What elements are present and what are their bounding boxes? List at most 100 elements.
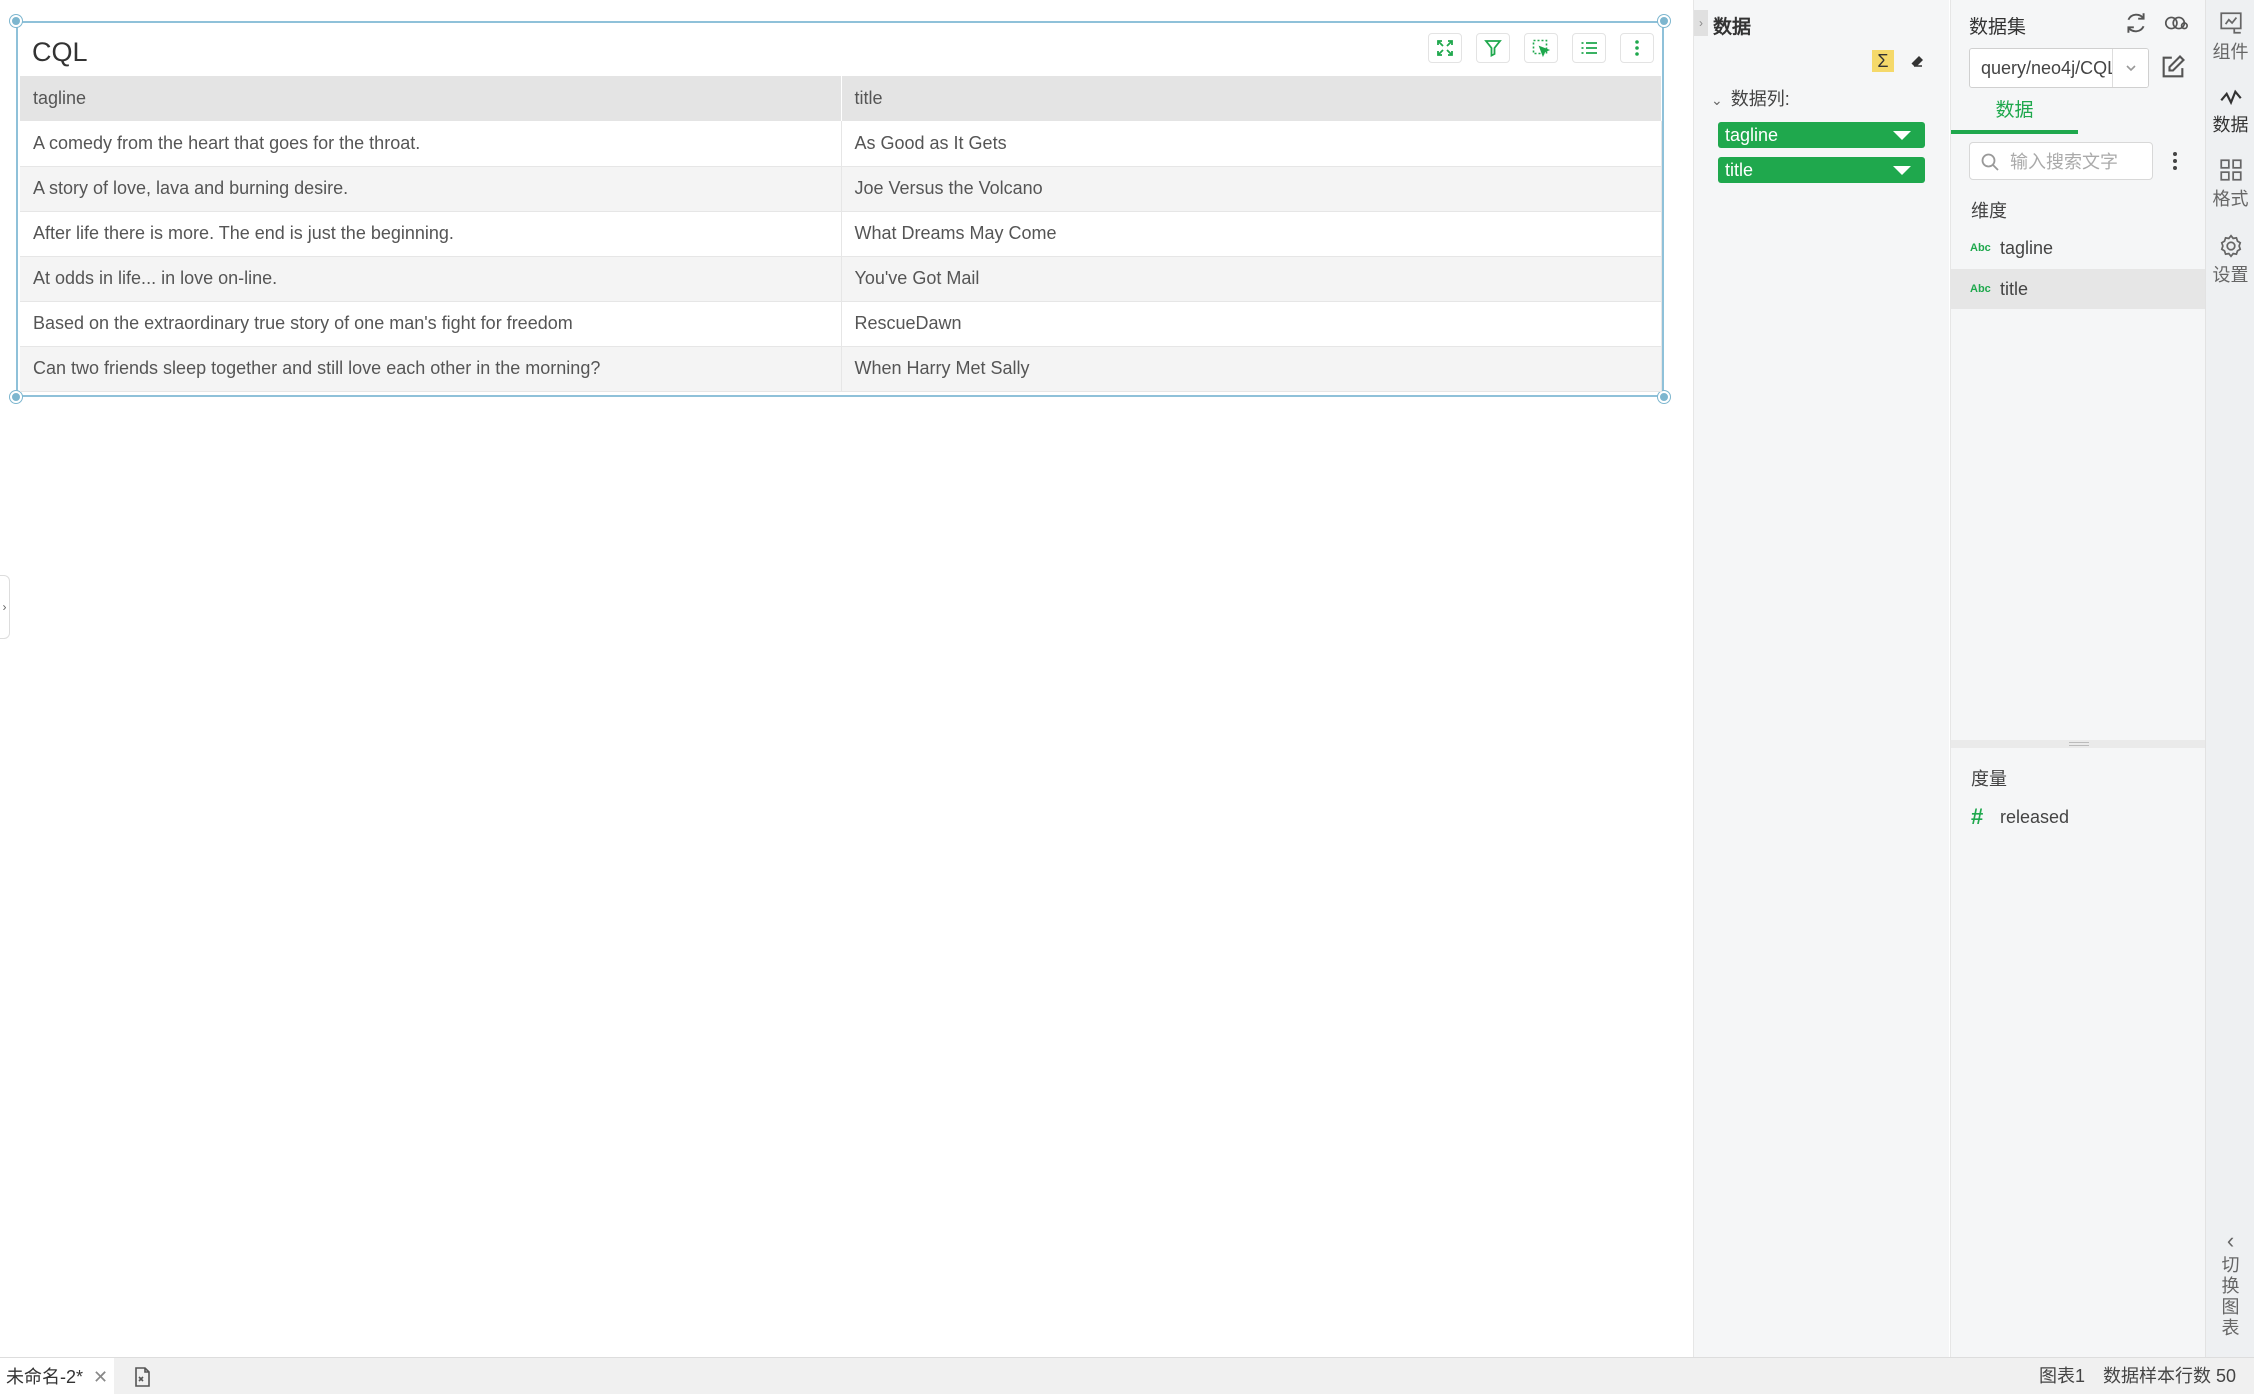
table-cell: Joe Versus the Volcano xyxy=(841,166,1662,212)
list-icon[interactable] xyxy=(1572,33,1606,63)
column-pill-title[interactable]: title xyxy=(1718,157,1925,183)
tab-data[interactable]: 数据 xyxy=(1951,96,2078,134)
document-tab[interactable]: 未命名-2* ✕ xyxy=(0,1358,115,1394)
collapse-panel-button[interactable]: › xyxy=(1694,10,1708,36)
close-icon[interactable]: ✕ xyxy=(93,1359,108,1394)
table-row: After life there is more. The end is jus… xyxy=(20,211,1662,257)
table-cell: When Harry Met Sally xyxy=(841,346,1662,392)
link-dataset-icon[interactable] xyxy=(2163,10,2189,36)
switch-chart-char: 图 xyxy=(2221,1297,2240,1317)
table-cell: What Dreams May Come xyxy=(841,211,1662,257)
dashboard-canvas[interactable]: CQL tagline title A comedy from the hear… xyxy=(0,0,1693,1357)
tab-label: 组件 xyxy=(2212,42,2249,62)
dataset-panel: 数据集 query/neo4j/CQL 数据 维度 Abc tag xyxy=(1950,0,2206,1357)
resize-handle-bottom-left[interactable] xyxy=(10,391,22,403)
resize-handle-top-right[interactable] xyxy=(1658,15,1670,27)
tab-label: 格式 xyxy=(2212,189,2249,209)
dataset-select-value: query/neo4j/CQL xyxy=(1981,58,2118,78)
table-row: At odds in life... in love on-line. You'… xyxy=(20,256,1662,302)
right-tab-bar: 组件 数据 格式 设置 ‹ 切 换 图 表 xyxy=(2205,0,2254,1357)
table-row: Based on the extraordinary true story of… xyxy=(20,301,1662,347)
text-type-icon: Abc xyxy=(1970,283,1991,295)
status-info: 图表1 数据样本行数 50 xyxy=(2039,1358,2236,1394)
tab-settings[interactable]: 设置 xyxy=(2206,233,2254,287)
table-cell: Based on the extraordinary true story of… xyxy=(20,301,842,347)
edit-icon[interactable] xyxy=(2159,53,2187,81)
gear-icon xyxy=(2220,234,2241,258)
panel-splitter[interactable] xyxy=(1951,740,2206,748)
table-header-row: tagline title xyxy=(20,76,1662,121)
filter-icon[interactable] xyxy=(1476,33,1510,63)
column-header-title[interactable]: title xyxy=(841,76,1662,121)
table-cell: Can two friends sleep together and still… xyxy=(20,346,842,392)
table-row: A comedy from the heart that goes for th… xyxy=(20,121,1662,167)
column-pill-label: tagline xyxy=(1725,125,1779,145)
refresh-icon[interactable] xyxy=(2123,10,2149,36)
text-type-icon: Abc xyxy=(1970,242,1991,254)
chevron-left-icon: ‹ xyxy=(2226,1228,2235,1253)
caret-down-icon[interactable] xyxy=(1893,131,1911,140)
column-pill-label: title xyxy=(1725,160,1754,180)
dataset-actions xyxy=(2123,10,2189,36)
table-cell: After life there is more. The end is jus… xyxy=(20,211,842,257)
data-line-icon xyxy=(2219,89,2242,106)
dimension-field-tagline[interactable]: Abc tagline xyxy=(1951,228,2206,268)
more-icon[interactable] xyxy=(1620,33,1654,63)
column-pill-tagline[interactable]: tagline xyxy=(1718,122,1925,148)
table-row: A story of love, lava and burning desire… xyxy=(20,166,1662,212)
document-export-icon[interactable] xyxy=(130,1365,154,1389)
dataset-select[interactable]: query/neo4j/CQL xyxy=(1969,48,2149,88)
status-bar: 未命名-2* ✕ 图表1 数据样本行数 50 xyxy=(0,1357,2254,1394)
left-panel-toggle[interactable]: › xyxy=(0,575,10,639)
measure-field-released[interactable]: # released xyxy=(1951,797,2206,837)
number-type-icon: # xyxy=(1971,804,1984,829)
chevron-right-icon: › xyxy=(1699,16,1703,30)
widget-toolbar xyxy=(1428,33,1654,63)
column-header-tagline[interactable]: tagline xyxy=(20,76,842,121)
switch-chart-char: 切 xyxy=(2221,1255,2240,1275)
switch-chart-button[interactable]: ‹ 切 换 图 表 xyxy=(2206,1230,2254,1339)
columns-label: 数据列: xyxy=(1730,89,1790,109)
tab-label: 数据 xyxy=(2212,115,2249,135)
switch-chart-char: 表 xyxy=(2221,1318,2240,1338)
tab-data-side[interactable]: 数据 xyxy=(2206,83,2254,137)
document-tab-label: 未命名-2* xyxy=(6,1366,84,1387)
drag-handle-icon xyxy=(2069,742,2089,746)
select-icon[interactable] xyxy=(1524,33,1558,63)
dimension-field-title[interactable]: Abc title xyxy=(1951,269,2206,309)
eraser-icon[interactable] xyxy=(1908,51,1928,71)
dataset-title: 数据集 xyxy=(1969,17,2027,38)
tab-label: 设置 xyxy=(2212,265,2249,285)
more-icon[interactable] xyxy=(2165,148,2185,174)
field-search[interactable] xyxy=(1969,142,2153,180)
dimensions-label: 维度 xyxy=(1971,201,2007,221)
chevron-down-icon[interactable] xyxy=(2112,49,2148,87)
measures-label: 度量 xyxy=(1971,769,2007,789)
table-cell: As Good as It Gets xyxy=(841,121,1662,167)
table-cell: You've Got Mail xyxy=(841,256,1662,302)
sample-row-count: 数据样本行数 50 xyxy=(2102,1366,2236,1386)
chevron-right-icon: › xyxy=(2,600,7,614)
tab-format[interactable]: 格式 xyxy=(2206,157,2254,211)
chart-name: 图表1 xyxy=(2038,1366,2085,1386)
table-cell: RescueDawn xyxy=(841,301,1662,347)
table-widget[interactable]: CQL tagline title A comedy from the hear… xyxy=(10,15,1670,403)
table-cell: At odds in life... in love on-line. xyxy=(20,256,842,302)
search-input[interactable] xyxy=(2010,149,2144,175)
field-label: title xyxy=(2000,279,2029,299)
sigma-icon[interactable]: Σ xyxy=(1872,50,1894,72)
fullscreen-icon[interactable] xyxy=(1428,33,1462,63)
grid-icon xyxy=(2219,159,2242,181)
tab-components[interactable]: 组件 xyxy=(2206,10,2254,64)
table-row: Can two friends sleep together and still… xyxy=(20,346,1662,392)
resize-handle-top-left[interactable] xyxy=(10,15,22,27)
columns-section-header[interactable]: ⌄ 数据列: xyxy=(1711,85,1790,111)
component-icon xyxy=(2219,12,2242,34)
widget-title: CQL xyxy=(32,37,88,67)
search-icon xyxy=(1981,153,1999,171)
caret-down-icon[interactable] xyxy=(1893,166,1911,175)
field-label: tagline xyxy=(2000,238,2054,258)
switch-chart-char: 换 xyxy=(2221,1276,2240,1296)
data-columns-panel: › 数据 Σ ⌄ 数据列: tagline title xyxy=(1693,0,1949,1357)
resize-handle-bottom-right[interactable] xyxy=(1658,391,1670,403)
